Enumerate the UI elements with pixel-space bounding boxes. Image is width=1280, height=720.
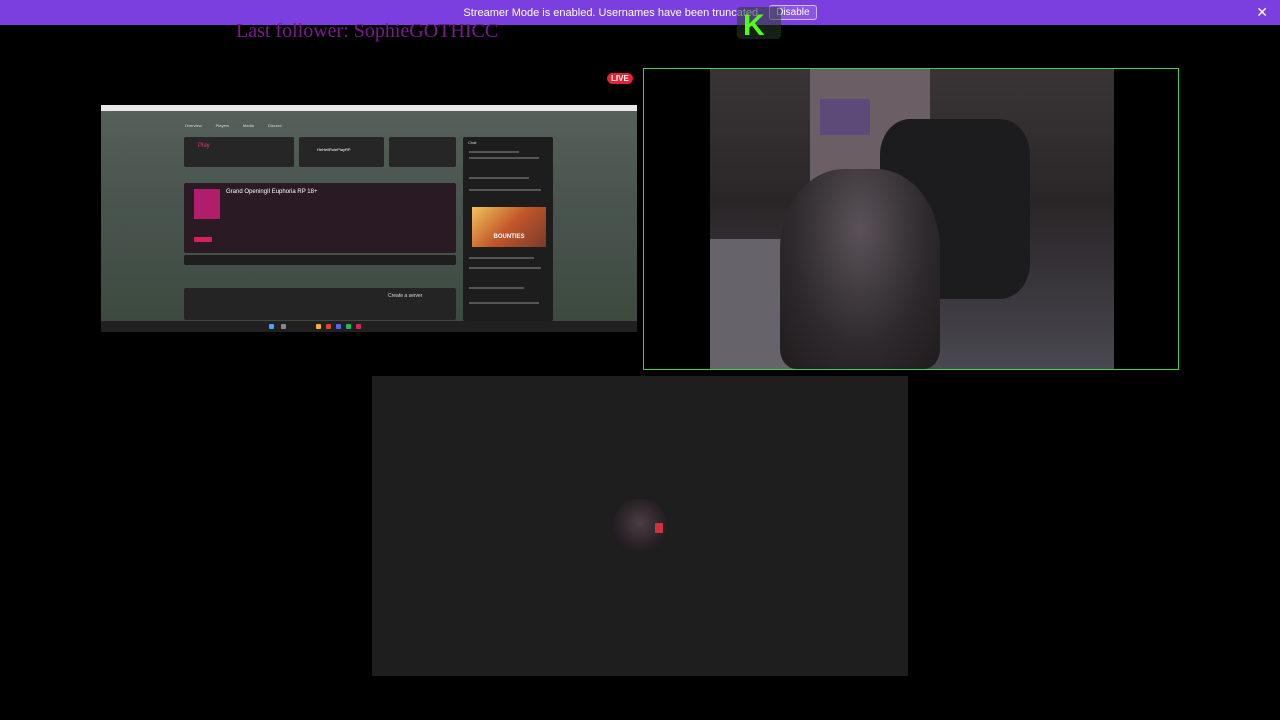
server-title: Grand OpeningIl Euphoria RP 18+ — [226, 189, 318, 195]
logo-letter: K — [743, 9, 765, 41]
chat-line — [469, 257, 534, 259]
play-card[interactable]: Play — [184, 137, 294, 167]
chat-line — [469, 189, 541, 191]
discord-icon[interactable] — [336, 324, 341, 329]
chat-line — [469, 177, 529, 179]
avatar[interactable] — [613, 499, 667, 553]
call-participant-panel — [372, 376, 908, 676]
bottom-card: Create a server — [184, 288, 456, 320]
webcam-poster — [820, 99, 870, 135]
banner-message: Streamer Mode is enabled. Usernames have… — [463, 6, 762, 19]
kick-logo: K — [734, 4, 784, 42]
chat-line — [469, 151, 519, 153]
start-icon[interactable] — [269, 324, 274, 329]
streamer-mode-banner: Streamer Mode is enabled. Usernames have… — [0, 0, 1280, 25]
app-icon[interactable] — [356, 324, 361, 329]
last-server-name: HeHellRolePlayRP — [317, 147, 351, 152]
nav-item[interactable]: Discord — [268, 123, 282, 128]
connect-button[interactable] — [194, 237, 212, 242]
spotify-icon[interactable] — [346, 324, 351, 329]
play-title: Play — [198, 143, 210, 149]
nav-item[interactable]: Players — [216, 123, 229, 128]
webcam-feed — [710, 69, 1114, 369]
close-icon[interactable]: ✕ — [1256, 4, 1268, 21]
chat-line — [469, 267, 541, 269]
last-server-card[interactable]: HeHellRolePlayRP — [299, 137, 384, 167]
screen-share-panel: Overview Players Media Discord Play HeHe… — [101, 105, 637, 332]
browser-icon[interactable] — [326, 324, 331, 329]
folder-icon[interactable] — [316, 324, 321, 329]
create-server-label[interactable]: Create a server — [388, 293, 422, 299]
webcam-person — [780, 169, 940, 369]
webcam-panel — [643, 68, 1179, 370]
nav-item[interactable]: Media — [243, 123, 254, 128]
live-badge: LIVE — [607, 73, 633, 84]
bounties-image: BOUNTIES — [472, 207, 546, 247]
nav-item[interactable]: Overview — [185, 123, 202, 128]
avatar-detail — [655, 523, 663, 533]
search-icon[interactable] — [281, 324, 286, 329]
chat-line — [469, 287, 524, 289]
chat-line — [469, 302, 539, 304]
featured-server-card[interactable]: Grand OpeningIl Euphoria RP 18+ — [184, 183, 456, 253]
last-follower-text: Last follower: SophieGOTHICC — [236, 20, 499, 42]
bounties-label: BOUNTIES — [493, 234, 525, 240]
launcher-nav: Overview Players Media Discord — [185, 123, 281, 128]
chat-line — [469, 157, 539, 159]
chat-title: Chat — [468, 140, 477, 145]
windows-taskbar — [101, 321, 637, 332]
side-menu-card — [389, 137, 456, 167]
server-thumbnail — [194, 189, 220, 219]
server-toolbar — [184, 255, 456, 265]
